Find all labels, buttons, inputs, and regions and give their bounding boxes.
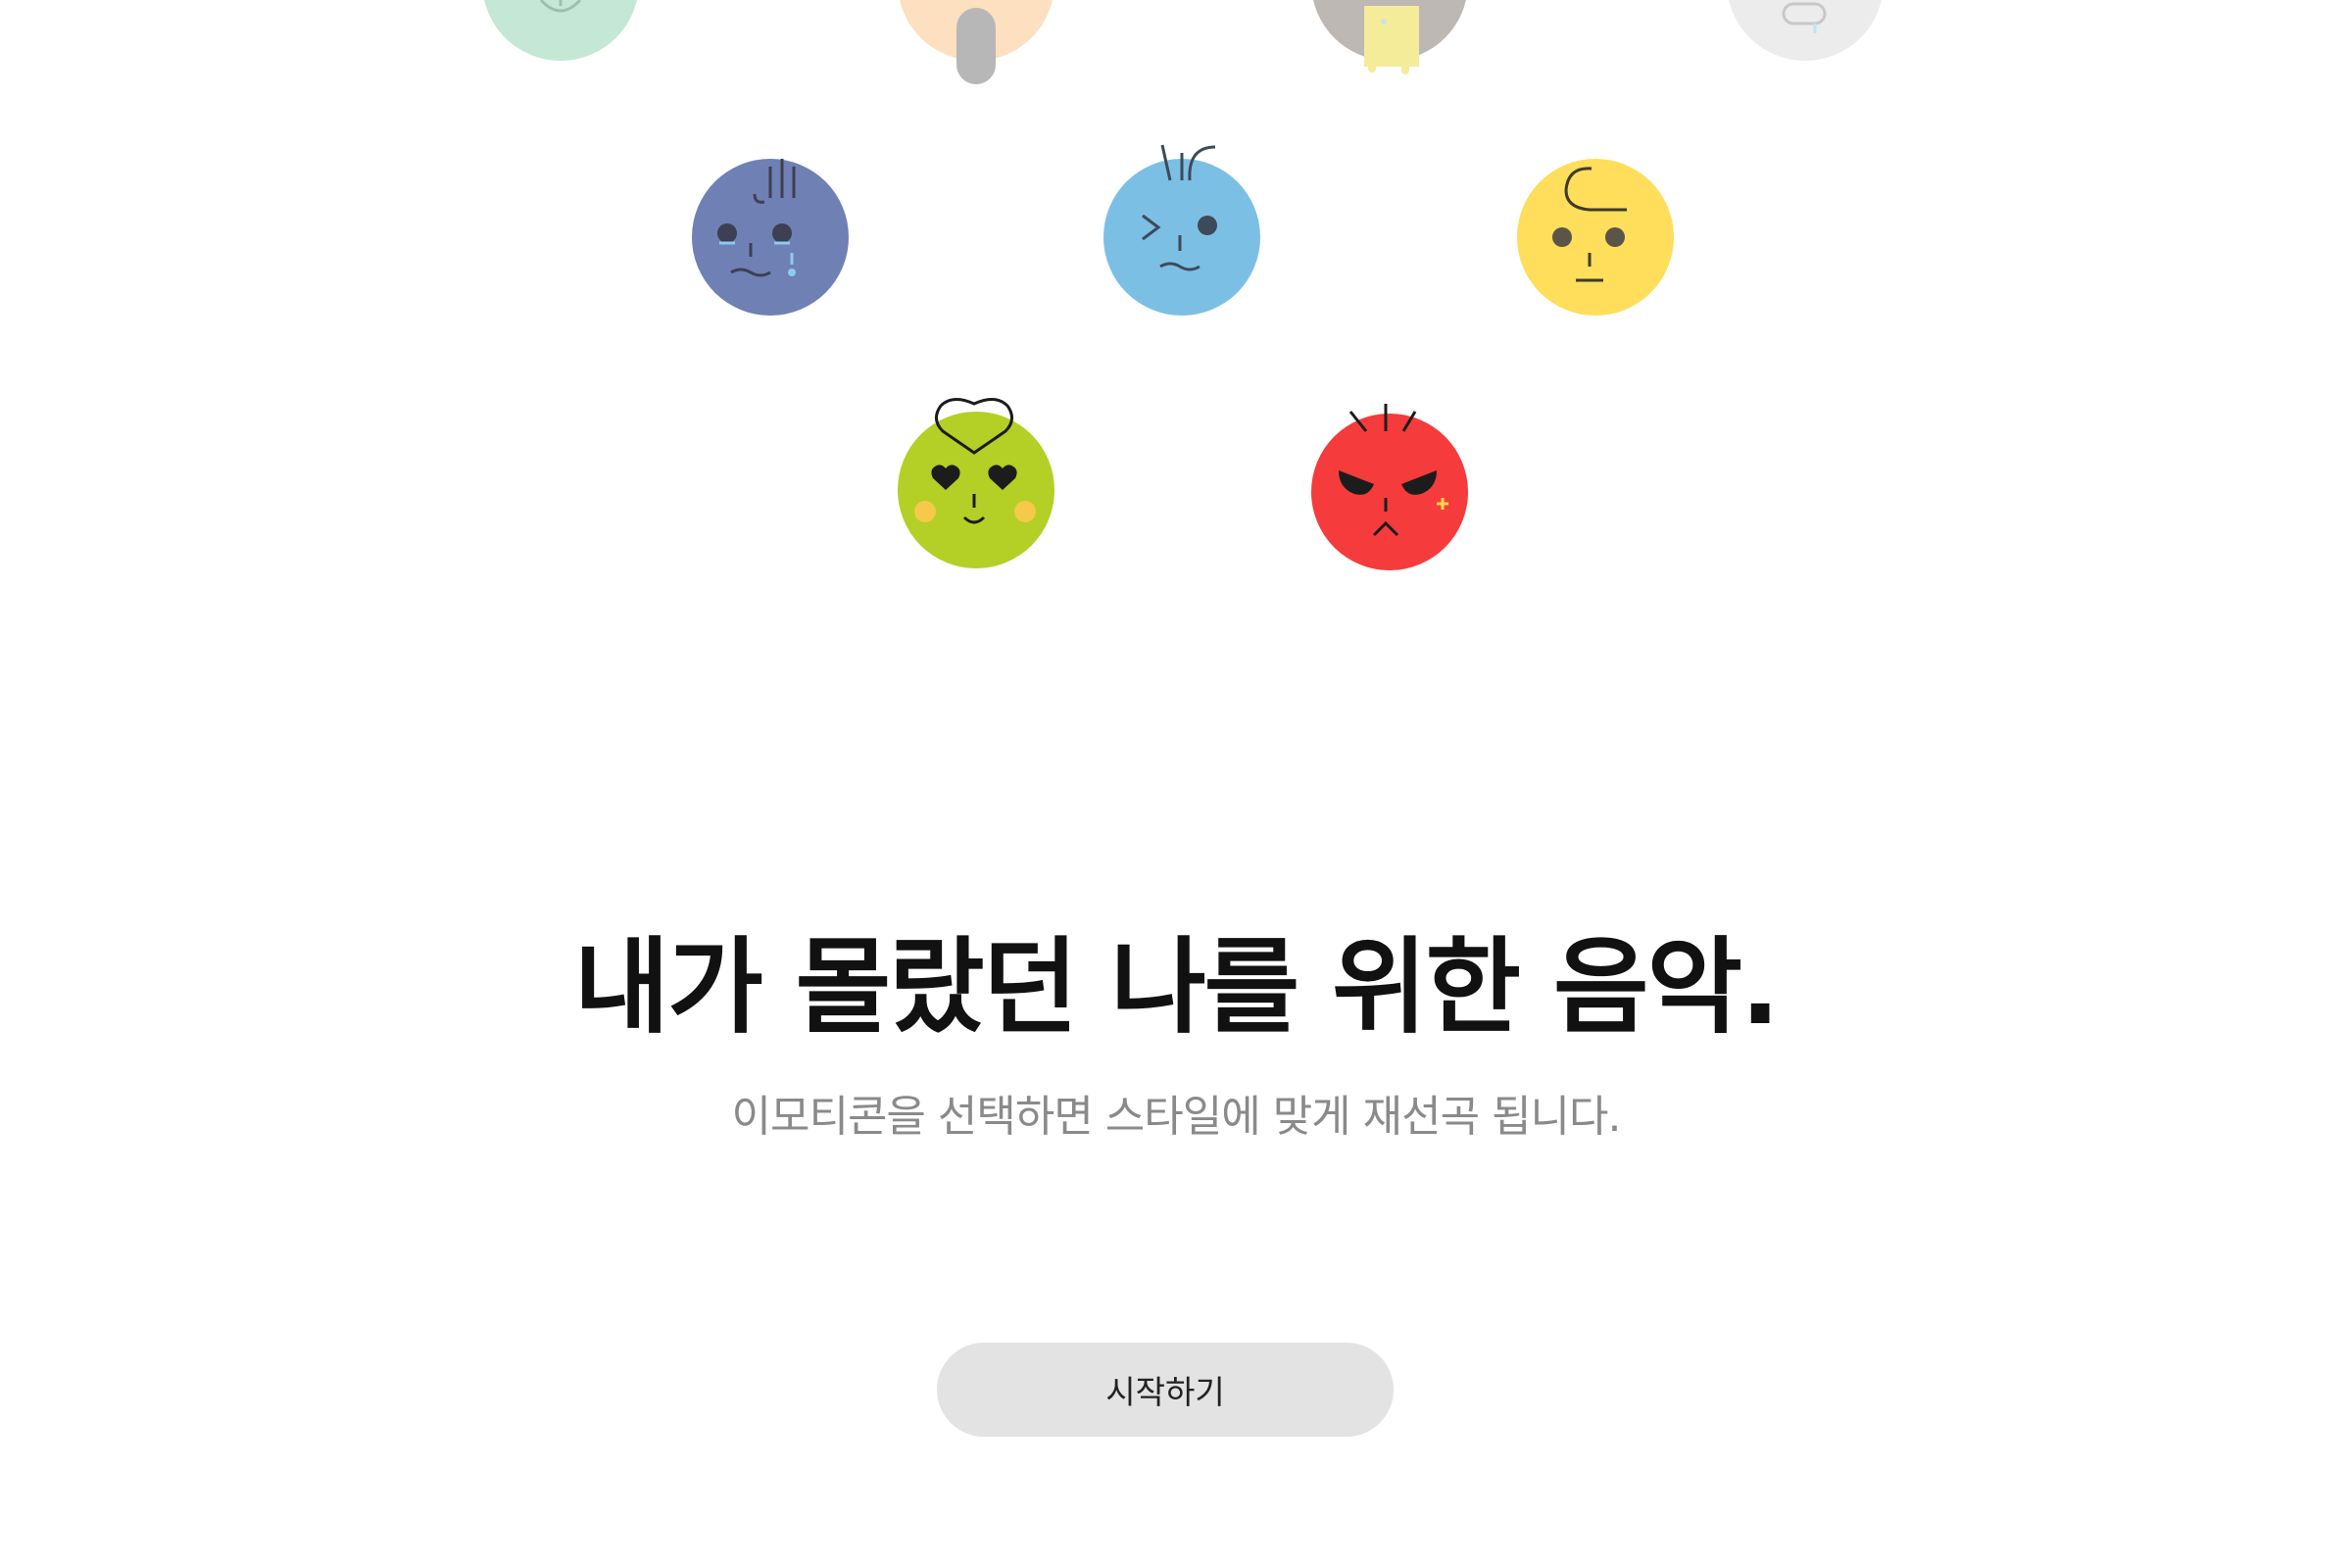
neutral-face-icon[interactable] xyxy=(1517,159,1674,316)
heart-eyes-face-icon[interactable] xyxy=(898,398,1054,568)
start-button[interactable]: 시작하기 xyxy=(937,1343,1394,1437)
gray-face-icon[interactable] xyxy=(1727,0,1884,61)
taupe-face-icon[interactable] xyxy=(1311,0,1468,74)
crying-face-icon[interactable] xyxy=(692,159,849,316)
winking-face-icon[interactable] xyxy=(1103,144,1260,316)
page: 내가 몰랐던 나를 위한 음악. 이모티콘을 선택하면 스타일에 맞게 재선곡 … xyxy=(0,0,2352,1568)
headline: 내가 몰랐던 나를 위한 음악. xyxy=(573,927,1781,1048)
mint-face-icon[interactable] xyxy=(482,0,639,61)
subtitle: 이모티콘을 선택하면 스타일에 맞게 재선곡 됩니다. xyxy=(731,1092,1622,1142)
emoticon-grid xyxy=(0,0,2352,627)
peach-face-icon[interactable] xyxy=(898,0,1054,84)
angry-face-icon[interactable] xyxy=(1311,404,1468,570)
